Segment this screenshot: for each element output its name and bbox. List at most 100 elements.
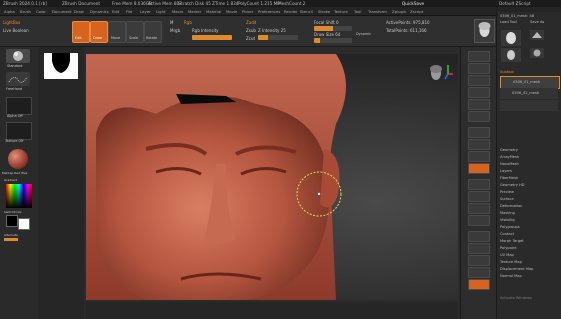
m-toggle[interactable]: M [170,20,173,25]
menu-file[interactable]: File [126,9,132,14]
scale-button[interactable]: Scale [126,21,144,43]
menu-picker[interactable]: Picker [242,9,253,14]
alternate-label[interactable]: Alternate [4,233,18,237]
solo-button[interactable] [468,267,490,278]
menu-stencil[interactable]: Stencil [300,9,313,14]
draw-button[interactable]: Draw [90,21,108,43]
menu-stroke[interactable]: Stroke [318,9,330,14]
material-sphere[interactable] [8,149,28,169]
mrgb-toggle[interactable]: Mrgb [170,28,180,33]
section-uv-map[interactable]: UV Map [500,253,514,257]
load-tool-button[interactable]: Load Tool [500,20,517,24]
menu-alpha[interactable]: Alpha [4,9,15,14]
local-button[interactable] [468,151,490,162]
tool-thumbnail[interactable] [474,19,495,43]
aahalf-button[interactable] [468,111,490,122]
alpha-preview[interactable] [44,53,78,79]
menu-movie[interactable]: Movie [226,9,237,14]
ghost-button[interactable] [468,255,490,266]
section-polypaint[interactable]: Polypaint [500,246,517,250]
draw-size-slider[interactable] [314,38,352,43]
menu-dynamics[interactable]: Dynamics [90,9,109,14]
section-surface[interactable]: Surface [500,197,514,201]
section-geometry-hd[interactable]: Geometry HD [500,183,525,187]
lightbox-tab[interactable]: LightBox [3,20,20,25]
menu-transform[interactable]: Transform [368,9,387,14]
rotate-button[interactable]: Rotate [144,21,162,43]
zoom3d-button[interactable] [468,203,490,214]
secondary-color-swatch[interactable] [18,218,30,230]
zoom-button[interactable] [468,87,490,98]
menu-marker[interactable]: Marker [188,9,201,14]
live-boolean-tab[interactable]: Live Boolean [3,28,29,33]
menu-edit[interactable]: Edit [112,9,119,14]
section-contact[interactable]: Contact [500,232,514,236]
spix-button[interactable] [468,63,490,74]
tool-thumb-3[interactable] [501,48,521,62]
menu-zscript[interactable]: Zscript [410,9,423,14]
menu-light[interactable]: Light [156,9,165,14]
actual-button[interactable] [468,99,490,110]
section-visibility[interactable]: Visibility [500,218,515,222]
section-polygroups[interactable]: Polygroups [500,225,520,229]
focal-shift-slider[interactable] [314,26,352,31]
menu-zplugin[interactable]: Zplugin [392,9,406,14]
switch-color-label[interactable]: SwitchColor [4,210,22,214]
save-as-button[interactable]: Save As [530,20,544,24]
z-intensity-slider[interactable] [258,35,298,40]
tool-thumb-1[interactable] [501,30,521,46]
viewport-canvas[interactable] [86,54,458,300]
texture-slot[interactable] [6,122,32,140]
xpose-button[interactable] [468,279,490,290]
transp-button[interactable] [468,243,490,254]
section-geometry[interactable]: Geometry [500,148,518,152]
color-picker[interactable] [6,184,32,208]
brush-slot[interactable] [6,49,30,63]
menu-macro[interactable]: Macro [172,9,184,14]
bpr-button[interactable] [468,51,490,62]
alternate-toggle[interactable] [4,238,18,241]
menu-render[interactable]: Render [284,9,298,14]
zcut-toggle[interactable]: Zcut [246,36,255,41]
section-preview[interactable]: Preview [500,190,514,194]
subtool-header[interactable]: Subtool [500,70,514,74]
subtool-item-2[interactable]: 0306_02_mesh [500,88,558,99]
tool-thumb-2[interactable] [530,30,544,40]
section-deformation[interactable]: Deformation [500,204,522,208]
section-masking[interactable]: Masking [500,211,515,215]
rgb-intensity-slider[interactable] [192,35,232,40]
default-zscript[interactable]: Default ZScript [499,1,531,6]
zadd-toggle[interactable]: Zadd [246,20,256,25]
stroke-slot[interactable] [6,72,30,86]
gradient-label[interactable]: Gradient [4,178,17,182]
rgb-toggle[interactable]: Rgb [184,20,192,25]
move-view-button[interactable] [468,191,490,202]
edit-button[interactable]: Edit [72,21,90,43]
menu-texture[interactable]: Texture [334,9,348,14]
rotate-view-button[interactable] [468,215,490,226]
section-morph-target[interactable]: Morph Target [500,239,524,243]
move-button[interactable]: Move [108,21,126,43]
navigation-gizmo[interactable] [426,60,454,90]
menu-draw[interactable]: Draw [74,9,84,14]
menu-document[interactable]: Document [52,9,72,14]
alpha-slot[interactable] [6,97,32,115]
xyz-button[interactable] [468,163,490,174]
primary-color-swatch[interactable] [6,215,18,227]
menu-preferences[interactable]: Preferences [258,9,280,14]
persp-button[interactable] [468,127,490,138]
section-arraymesh[interactable]: ArrayMesh [500,155,519,159]
floor-button[interactable] [468,139,490,150]
section-nanomesh[interactable]: NanoMesh [500,162,519,166]
menu-color[interactable]: Color [36,9,46,14]
section-fibermesh[interactable]: FiberMesh [500,176,518,180]
dynamic-toggle[interactable]: Dynamic [356,32,371,36]
subtool-item-3[interactable] [500,100,558,111]
frame-button[interactable] [468,179,490,190]
section-normal-map[interactable]: Normal Map [500,274,522,278]
menu-material[interactable]: Material [206,9,221,14]
section-texture-map[interactable]: Texture Map [500,260,522,264]
zsub-toggle[interactable]: Zsub [246,28,256,33]
tool-thumb-4[interactable] [530,48,544,58]
menu-brush[interactable]: Brush [20,9,31,14]
